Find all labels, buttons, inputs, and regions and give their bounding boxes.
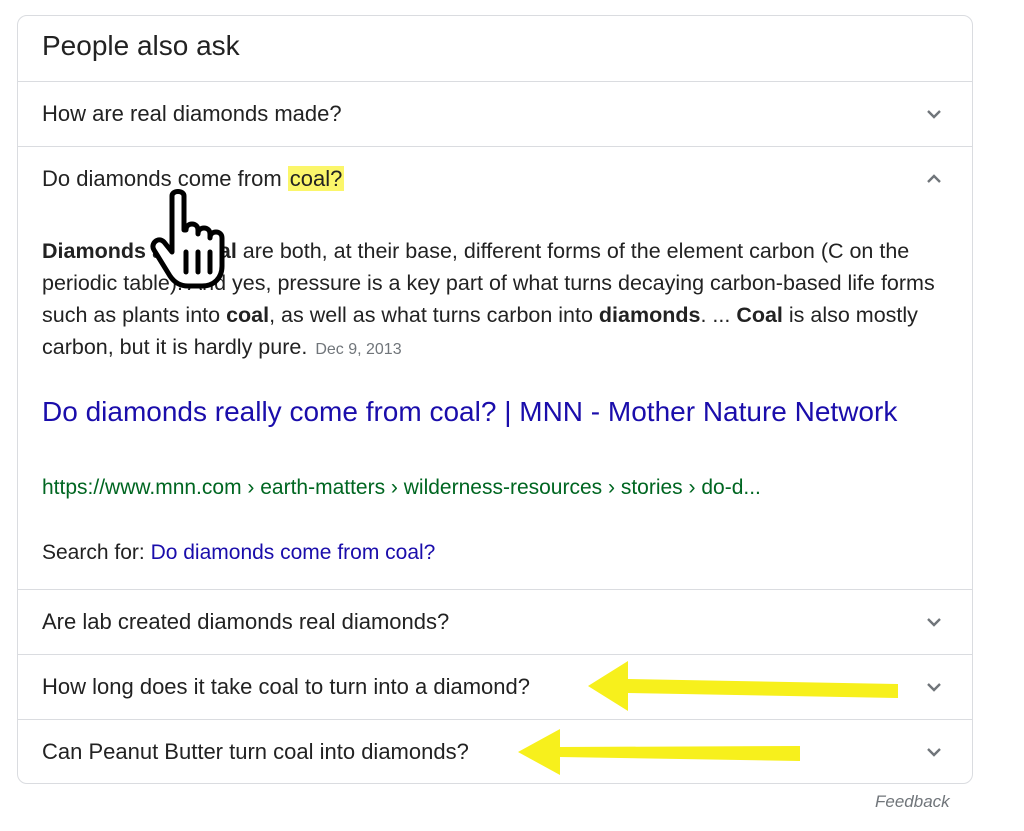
snippet-date: Dec 9, 2013 — [315, 341, 402, 358]
people-also-ask-panel: People also ask How are real diamonds ma… — [17, 15, 973, 784]
question-text: How are real diamonds made? — [42, 101, 342, 126]
search-for-label: Search for: — [42, 541, 151, 564]
question-row-5[interactable]: Can Peanut Butter turn coal into diamond… — [18, 719, 972, 783]
search-for-link[interactable]: Do diamonds come from coal? — [151, 541, 436, 564]
answer-snippet: Diamonds and coal are both, at their bas… — [42, 239, 935, 359]
search-for: Search for: Do diamonds come from coal? — [42, 541, 435, 565]
question-text: Are lab created diamonds real diamonds? — [42, 609, 450, 634]
feedback-link[interactable]: Feedback — [875, 792, 950, 812]
question-text: Can Peanut Butter turn coal into diamond… — [42, 739, 469, 764]
chevron-down-icon — [927, 110, 941, 119]
chevron-down-icon — [927, 683, 941, 692]
result-title-link[interactable]: Do diamonds really come from coal? | MNN… — [42, 393, 922, 430]
panel-title: People also ask — [42, 30, 240, 61]
question-row-4[interactable]: How long does it take coal to turn into … — [18, 654, 972, 718]
result-url: https://www.mnn.com › earth-matters › wi… — [42, 476, 761, 499]
question-text: Do diamonds come from coal? — [42, 166, 345, 191]
question-row-2-expanded[interactable]: Do diamonds come from coal? Diamonds and… — [18, 146, 972, 589]
question-row-1[interactable]: How are real diamonds made? — [18, 81, 972, 145]
chevron-down-icon — [927, 618, 941, 627]
chevron-down-icon — [927, 748, 941, 757]
question-text: How long does it take coal to turn into … — [42, 674, 530, 699]
chevron-up-icon — [927, 174, 941, 183]
query-highlight: coal? — [287, 166, 345, 191]
question-row-3[interactable]: Are lab created diamonds real diamonds? — [18, 589, 972, 653]
